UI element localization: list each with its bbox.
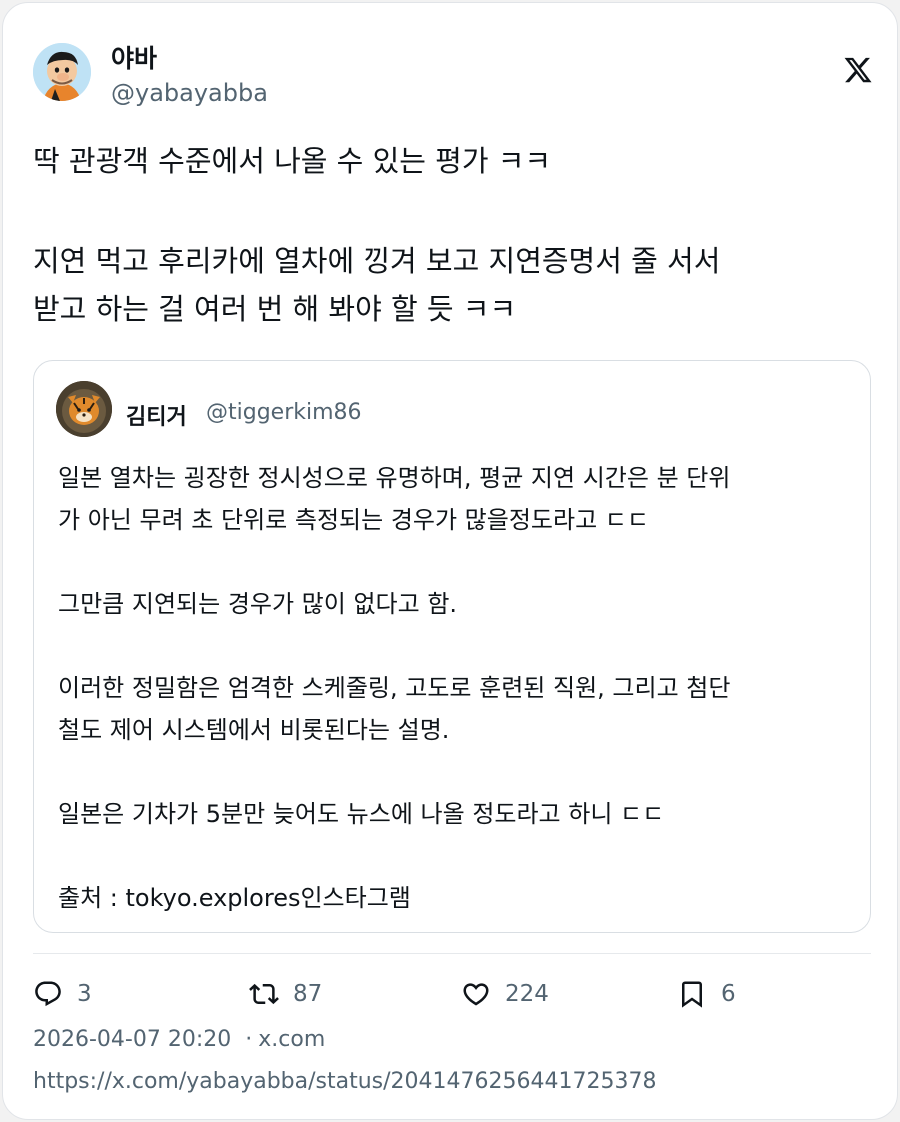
- author-avatar[interactable]: [33, 43, 91, 101]
- author-handle[interactable]: @yabayabba: [111, 79, 268, 107]
- timestamp[interactable]: 2026-04-07 20:20: [33, 1027, 231, 1052]
- quote-line: 가 아닌 무려 초 단위로 측정되는 경우가 많을정도라고 ㄷㄷ: [58, 506, 649, 534]
- quoted-tweet[interactable]: 김티거 @tiggerkim86 일본 열차는 굉장한 정시성으로 유명하며, …: [33, 360, 871, 933]
- tweet-meta: 2026-04-07 20:20 · x.com: [33, 1027, 325, 1052]
- quote-line: 일본은 기차가 5분만 늦어도 뉴스에 나올 정도라고 하니 ㄷㄷ: [58, 800, 665, 828]
- quote-line: 일본 열차는 굉장한 정시성으로 유명하며, 평균 지연 시간은 분 단위: [58, 464, 731, 492]
- tweet-url[interactable]: https://x.com/yabayabba/status/204147625…: [33, 1069, 657, 1094]
- quoted-author-avatar[interactable]: [56, 381, 112, 437]
- tweet-line: 받고 하는 걸 여러 번 해 봐야 할 듯 ㅋㅋ: [33, 292, 517, 326]
- tweet-line: 지연 먹고 후리카에 열차에 낑겨 보고 지연증명서 줄 서서: [33, 244, 721, 278]
- quoted-tweet-text: 일본 열차는 굉장한 정시성으로 유명하며, 평균 지연 시간은 분 단위 가 …: [58, 457, 858, 919]
- quote-line: 철도 제어 시스템에서 비롯된다는 설명.: [58, 716, 450, 744]
- separator-dot: ·: [245, 1027, 253, 1052]
- quoted-author-name[interactable]: 김티거: [126, 399, 187, 431]
- reply-button[interactable]: 3: [33, 977, 92, 1011]
- quote-line: 출처 : tokyo.explores인스타그램: [58, 884, 411, 912]
- tweet-line: 딱 관광객 수준에서 나올 수 있는 평가 ㅋㅋ: [33, 144, 552, 178]
- source-label[interactable]: x.com: [258, 1027, 325, 1052]
- tiger-avatar-icon: [56, 381, 112, 437]
- bookmark-button[interactable]: 6: [677, 977, 736, 1011]
- reply-count: 3: [77, 981, 92, 1007]
- repost-button[interactable]: 87: [249, 977, 322, 1011]
- repost-count: 87: [293, 981, 323, 1007]
- quoted-author-handle[interactable]: @tiggerkim86: [206, 400, 362, 425]
- avatar-image-icon: [33, 43, 91, 101]
- like-button[interactable]: 224: [461, 977, 549, 1011]
- quote-line: 그만큼 지연되는 경우가 많이 없다고 함.: [58, 590, 458, 618]
- bookmark-icon: [682, 981, 702, 1008]
- reply-icon: [35, 981, 61, 1007]
- author-name[interactable]: 야바: [111, 39, 157, 75]
- repost-icon: [249, 983, 279, 1005]
- like-count: 224: [505, 981, 549, 1007]
- divider: [33, 953, 871, 954]
- quote-line: 이러한 정밀함은 엄격한 스케줄링, 고도로 훈련된 직원, 그리고 첨단: [58, 674, 731, 702]
- tweet-card: 야바 @yabayabba 딱 관광객 수준에서 나올 수 있는 평가 ㅋㅋ 지…: [2, 2, 898, 1120]
- tweet-text: 딱 관광객 수준에서 나올 수 있는 평가 ㅋㅋ 지연 먹고 후리카에 열차에 …: [33, 137, 873, 333]
- heart-icon: [463, 983, 489, 1006]
- bookmark-count: 6: [721, 981, 736, 1007]
- x-logo-icon[interactable]: [843, 55, 873, 85]
